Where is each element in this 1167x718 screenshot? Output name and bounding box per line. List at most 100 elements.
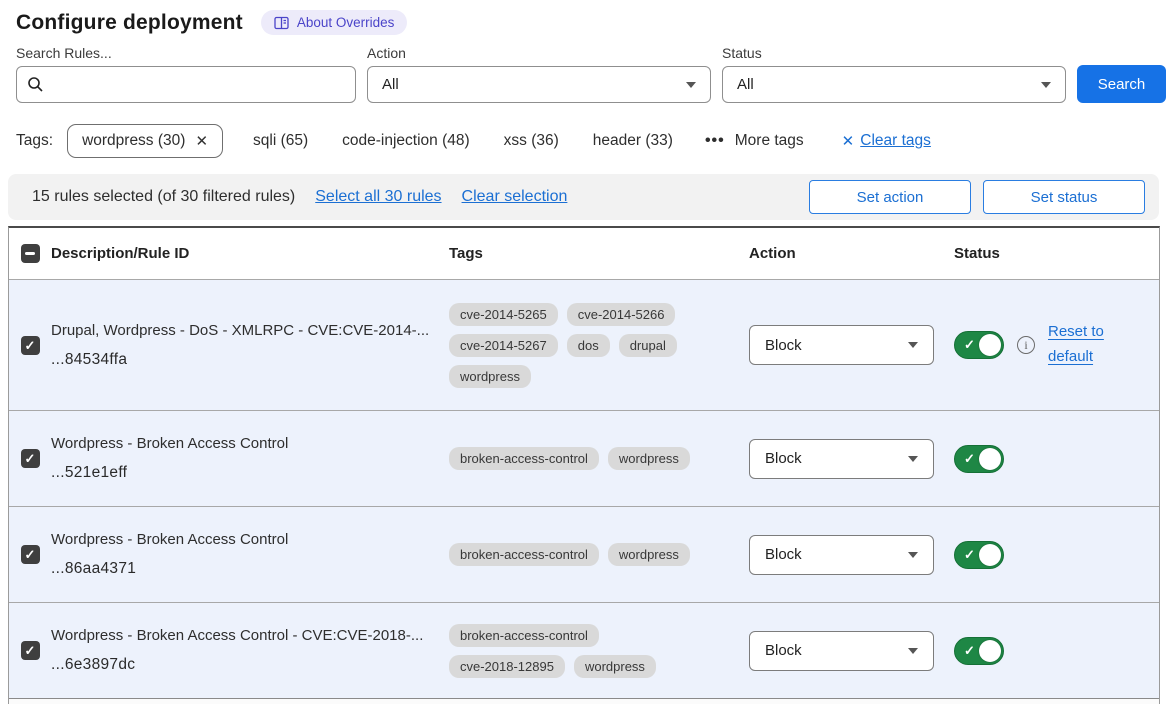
tag-pill: cve-2014-5265	[449, 303, 558, 326]
table-row: ✓ Wordpress - Broken Access Control ...5…	[9, 410, 1159, 506]
action-select-value: Block	[765, 337, 802, 354]
about-overrides-badge[interactable]: About Overrides	[261, 10, 408, 35]
rules-table: Description/Rule ID Tags Action Status ✓…	[8, 226, 1160, 704]
remove-tag-icon[interactable]: ✕	[195, 132, 208, 150]
table-header: Description/Rule ID Tags Action Status	[9, 228, 1159, 279]
chevron-down-icon	[908, 342, 918, 348]
status-toggle[interactable]: ✓	[954, 637, 1004, 665]
status-toggle[interactable]: ✓	[954, 331, 1004, 359]
rule-description: Wordpress - Broken Access Control	[51, 531, 431, 548]
clear-tags-label: Clear tags	[860, 132, 931, 150]
selected-tag-wordpress[interactable]: wordpress (30) ✕	[67, 124, 223, 158]
search-icon	[27, 76, 44, 93]
rule-description: Drupal, Wordpress - DoS - XMLRPC - CVE:C…	[51, 322, 431, 339]
action-select-value: Block	[765, 642, 802, 659]
tag-pill: wordpress	[608, 543, 690, 566]
action-select-value: Block	[765, 450, 802, 467]
set-status-button[interactable]: Set status	[983, 180, 1145, 214]
action-select[interactable]: Block	[749, 631, 934, 671]
chevron-down-icon	[908, 552, 918, 558]
tag-pill: dos	[567, 334, 610, 357]
rule-tags: broken-access-control wordpress	[449, 529, 691, 580]
set-action-button[interactable]: Set action	[809, 180, 971, 214]
rule-id: ...6e3897dc	[51, 656, 431, 674]
tag-pill: cve-2018-12895	[449, 655, 565, 678]
filters-row: Search Rules... Action All Status	[0, 41, 1167, 103]
row-checkbox[interactable]: ✓	[21, 545, 40, 564]
action-select[interactable]: Block	[749, 439, 934, 479]
action-filter-select[interactable]: All	[367, 66, 711, 103]
reset-to-default-link[interactable]: Reset to default	[1048, 320, 1114, 370]
action-select[interactable]: Block	[749, 535, 934, 575]
tag-option-header[interactable]: header (33)	[593, 132, 673, 150]
search-rules-input[interactable]	[52, 76, 345, 93]
rule-tags: broken-access-control wordpress	[449, 433, 691, 484]
search-rules-label: Search Rules...	[16, 45, 356, 61]
check-icon: ✓	[964, 451, 975, 467]
row-checkbox[interactable]: ✓	[21, 336, 40, 355]
tag-options: sqli (65) code-injection (48) xss (36) h…	[253, 132, 673, 150]
rule-tags: cve-2014-5265 cve-2014-5266 cve-2014-526…	[449, 289, 691, 402]
rule-id: ...84534ffa	[51, 351, 431, 369]
select-all-link[interactable]: Select all 30 rules	[315, 188, 441, 206]
rule-id: ...86aa4371	[51, 560, 431, 578]
chevron-down-icon	[686, 82, 696, 88]
tag-option-sqli[interactable]: sqli (65)	[253, 132, 308, 150]
column-header-description: Description/Rule ID	[51, 245, 449, 262]
action-select[interactable]: Block	[749, 325, 934, 365]
chevron-down-icon	[908, 456, 918, 462]
select-all-checkbox[interactable]	[21, 244, 40, 263]
tag-option-code-injection[interactable]: code-injection (48)	[342, 132, 470, 150]
clear-selection-link[interactable]: Clear selection	[462, 188, 568, 206]
configure-deployment-page: Configure deployment About Overrides Sea…	[0, 0, 1167, 718]
tags-bar: Tags: wordpress (30) ✕ sqli (65) code-in…	[0, 103, 1167, 172]
tag-pill: drupal	[619, 334, 677, 357]
status-filter: Status All	[722, 45, 1066, 103]
tag-pill: wordpress	[449, 365, 531, 388]
check-icon: ✓	[25, 644, 36, 657]
title-row: Configure deployment About Overrides	[0, 0, 1167, 41]
chevron-down-icon	[908, 648, 918, 654]
tags-label: Tags:	[16, 132, 53, 150]
chevron-down-icon	[1041, 82, 1051, 88]
check-icon: ✓	[964, 643, 975, 659]
status-filter-label: Status	[722, 45, 1066, 61]
table-row: ✓ Wordpress - Broken Access Control - CV…	[9, 602, 1159, 698]
check-icon: ✓	[964, 337, 975, 353]
column-header-status: Status	[954, 245, 1159, 262]
toggle-knob	[979, 334, 1001, 356]
rule-id: ...521e1eff	[51, 464, 431, 482]
tag-pill: broken-access-control	[449, 624, 599, 647]
tag-pill: wordpress	[608, 447, 690, 470]
status-filter-select[interactable]: All	[722, 66, 1066, 103]
status-toggle[interactable]: ✓	[954, 541, 1004, 569]
tag-pill: cve-2014-5267	[449, 334, 558, 357]
row-checkbox[interactable]: ✓	[21, 641, 40, 660]
tag-pill: broken-access-control	[449, 447, 599, 470]
table-row: ✓ Wordpress - Broken Access Control ...8…	[9, 506, 1159, 602]
check-icon: ✓	[25, 339, 36, 352]
search-button[interactable]: Search	[1077, 65, 1166, 103]
more-tags-label: More tags	[735, 132, 804, 150]
toggle-knob	[979, 544, 1001, 566]
action-filter-value: All	[382, 76, 399, 93]
status-filter-value: All	[737, 76, 754, 93]
status-toggle[interactable]: ✓	[954, 445, 1004, 473]
tag-pill: wordpress	[574, 655, 656, 678]
check-icon: ✓	[964, 547, 975, 563]
action-select-value: Block	[765, 546, 802, 563]
indeterminate-icon	[25, 252, 35, 255]
rule-tags: broken-access-control cve-2018-12895 wor…	[449, 610, 691, 692]
tag-option-xss[interactable]: xss (36)	[504, 132, 559, 150]
about-overrides-label: About Overrides	[297, 15, 395, 30]
row-checkbox[interactable]: ✓	[21, 449, 40, 468]
info-icon[interactable]: i	[1017, 336, 1035, 354]
next-row-peek	[9, 698, 1159, 704]
search-filter: Search Rules...	[16, 45, 356, 103]
clear-tags-link[interactable]: ✕ Clear tags	[842, 132, 931, 150]
tag-pill: cve-2014-5266	[567, 303, 676, 326]
toggle-knob	[979, 640, 1001, 662]
more-tags-button[interactable]: ••• More tags	[705, 132, 804, 150]
toggle-knob	[979, 448, 1001, 470]
rule-description: Wordpress - Broken Access Control	[51, 435, 431, 452]
